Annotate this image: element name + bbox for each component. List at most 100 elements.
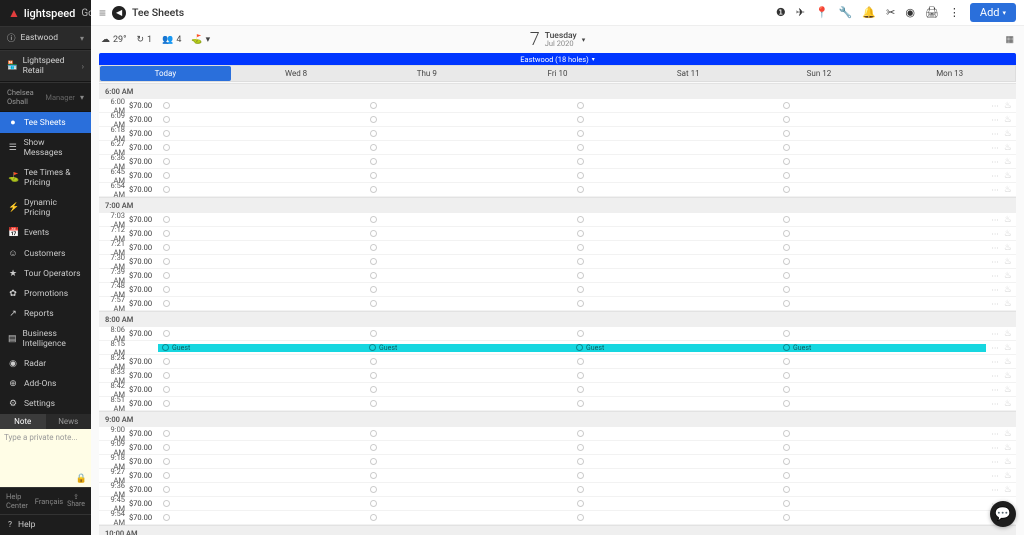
dots-icon[interactable]: ⋯ bbox=[991, 285, 999, 294]
player-slot[interactable] bbox=[779, 444, 986, 451]
player-slot[interactable] bbox=[159, 216, 366, 223]
day-tab[interactable]: Sun 12 bbox=[754, 66, 885, 81]
player-slot[interactable] bbox=[573, 444, 780, 451]
nav-tee-sheets[interactable]: ●Tee Sheets bbox=[0, 112, 91, 133]
player-slot[interactable] bbox=[779, 372, 986, 379]
player-slot[interactable] bbox=[779, 472, 986, 479]
fire-icon[interactable]: ♨ bbox=[1004, 385, 1012, 395]
pin-icon[interactable]: 📍 bbox=[815, 6, 829, 19]
tee-sheet[interactable]: 6:00 AM6:00 AM$70.00⋯♨6:09 AM$70.00⋯♨6:1… bbox=[99, 83, 1016, 535]
player-slot[interactable] bbox=[573, 372, 780, 379]
tee-time-row[interactable]: 7:12 AM$70.00⋯♨ bbox=[99, 227, 1016, 241]
tee-time-row[interactable]: 7:39 AM$70.00⋯♨ bbox=[99, 269, 1016, 283]
tee-time-row[interactable]: 9:09 AM$70.00⋯♨ bbox=[99, 441, 1016, 455]
player-slot[interactable] bbox=[159, 372, 366, 379]
course-banner[interactable]: Eastwood (18 holes) bbox=[99, 53, 1016, 65]
player-slot[interactable] bbox=[573, 286, 780, 293]
player-slot[interactable] bbox=[366, 158, 573, 165]
player-slot[interactable] bbox=[159, 300, 366, 307]
tee-time-row[interactable]: 9:36 AM$70.00⋯♨ bbox=[99, 483, 1016, 497]
dots-icon[interactable]: ⋯ bbox=[991, 371, 999, 380]
player-slot[interactable] bbox=[159, 444, 366, 451]
player-slot[interactable] bbox=[159, 272, 366, 279]
tee-time-row[interactable]: 7:48 AM$70.00⋯♨ bbox=[99, 283, 1016, 297]
player-slot[interactable] bbox=[779, 286, 986, 293]
player-slot[interactable] bbox=[573, 244, 780, 251]
nav-events[interactable]: 📅Events bbox=[0, 223, 91, 243]
dots-icon[interactable]: ⋯ bbox=[991, 357, 999, 366]
player-slot[interactable] bbox=[573, 258, 780, 265]
fire-icon[interactable]: ♨ bbox=[1004, 443, 1012, 453]
dots-icon[interactable]: ⋯ bbox=[991, 257, 999, 266]
player-slot[interactable] bbox=[366, 272, 573, 279]
menu-icon[interactable]: ≡ bbox=[99, 6, 106, 20]
player-slot[interactable] bbox=[573, 172, 780, 179]
nav-reports[interactable]: ↗Reports bbox=[0, 304, 91, 324]
add-button[interactable]: Add bbox=[970, 3, 1016, 22]
tee-time-row[interactable]: 6:36 AM$70.00⋯♨ bbox=[99, 155, 1016, 169]
tee-time-row[interactable]: 6:09 AM$70.00⋯♨ bbox=[99, 113, 1016, 127]
language-link[interactable]: Français bbox=[35, 497, 63, 506]
date-selector[interactable]: 7 Tuesday Jul 2020 ▾ bbox=[530, 29, 585, 50]
player-slot[interactable] bbox=[779, 514, 986, 521]
player-slot[interactable] bbox=[366, 286, 573, 293]
player-slot[interactable] bbox=[573, 130, 780, 137]
dots-icon[interactable]: ⋯ bbox=[991, 399, 999, 408]
player-slot[interactable] bbox=[366, 514, 573, 521]
fire-icon[interactable]: ♨ bbox=[1004, 129, 1012, 139]
fire-icon[interactable]: ♨ bbox=[1004, 299, 1012, 309]
player-slot[interactable] bbox=[779, 486, 986, 493]
tee-time-row[interactable]: 8:06 AM$70.00⋯♨ bbox=[99, 327, 1016, 341]
fire-icon[interactable]: ♨ bbox=[1004, 185, 1012, 195]
nav-radar[interactable]: ◉Radar bbox=[0, 354, 91, 374]
player-slot[interactable] bbox=[366, 330, 573, 337]
player-slot[interactable]: Guest bbox=[779, 344, 986, 352]
player-slot[interactable] bbox=[573, 230, 780, 237]
tab-news[interactable]: News bbox=[46, 414, 92, 429]
player-slot[interactable] bbox=[573, 216, 780, 223]
player-slot[interactable] bbox=[159, 286, 366, 293]
dots-icon[interactable]: ⋯ bbox=[991, 443, 999, 452]
player-slot[interactable] bbox=[366, 130, 573, 137]
more-icon[interactable]: ⋮ bbox=[949, 6, 960, 19]
dots-icon[interactable]: ⋯ bbox=[991, 143, 999, 152]
tee-time-row[interactable]: 8:33 AM$70.00⋯♨ bbox=[99, 369, 1016, 383]
bell-icon[interactable]: 🔔 bbox=[862, 6, 876, 19]
day-tab[interactable]: Sat 11 bbox=[623, 66, 754, 81]
player-slot[interactable] bbox=[159, 130, 366, 137]
fire-icon[interactable]: ♨ bbox=[1004, 257, 1012, 267]
fire-icon[interactable]: ♨ bbox=[1004, 271, 1012, 281]
player-slot[interactable] bbox=[779, 500, 986, 507]
tee-time-row[interactable]: 9:27 AM$70.00⋯♨ bbox=[99, 469, 1016, 483]
back-button[interactable]: ◀ bbox=[112, 6, 126, 20]
player-slot[interactable] bbox=[779, 400, 986, 407]
dots-icon[interactable]: ⋯ bbox=[991, 157, 999, 166]
fire-icon[interactable]: ♨ bbox=[1004, 329, 1012, 339]
fire-icon[interactable]: ♨ bbox=[1004, 485, 1012, 495]
player-slot[interactable] bbox=[366, 300, 573, 307]
tee-time-row[interactable]: 6:00 AM$70.00⋯♨ bbox=[99, 99, 1016, 113]
player-slot[interactable] bbox=[573, 158, 780, 165]
day-tab[interactable]: Mon 13 bbox=[884, 66, 1015, 81]
day-tab[interactable]: Thu 9 bbox=[361, 66, 492, 81]
player-slot[interactable] bbox=[779, 430, 986, 437]
tee-time-row[interactable]: 8:42 AM$70.00⋯♨ bbox=[99, 383, 1016, 397]
dots-icon[interactable]: ⋯ bbox=[991, 215, 999, 224]
player-slot[interactable] bbox=[366, 258, 573, 265]
print-icon[interactable]: 🖨 bbox=[925, 6, 939, 19]
player-slot[interactable] bbox=[366, 400, 573, 407]
player-slot[interactable] bbox=[366, 102, 573, 109]
player-slot[interactable] bbox=[159, 258, 366, 265]
share-link[interactable]: ⇪Share bbox=[67, 494, 85, 508]
player-slot[interactable] bbox=[779, 158, 986, 165]
player-slot[interactable] bbox=[366, 358, 573, 365]
player-slot[interactable] bbox=[366, 458, 573, 465]
eye-icon[interactable]: ◉ bbox=[905, 6, 915, 19]
tee-time-row[interactable]: 9:54 AM$70.00⋯♨ bbox=[99, 511, 1016, 525]
player-slot[interactable] bbox=[779, 172, 986, 179]
scissors-icon[interactable]: ✂ bbox=[886, 6, 895, 19]
dots-icon[interactable]: ⋯ bbox=[991, 343, 999, 352]
dots-icon[interactable]: ⋯ bbox=[991, 101, 999, 110]
nav-settings[interactable]: ⚙Settings bbox=[0, 394, 91, 414]
day-tab[interactable]: Wed 8 bbox=[231, 66, 362, 81]
